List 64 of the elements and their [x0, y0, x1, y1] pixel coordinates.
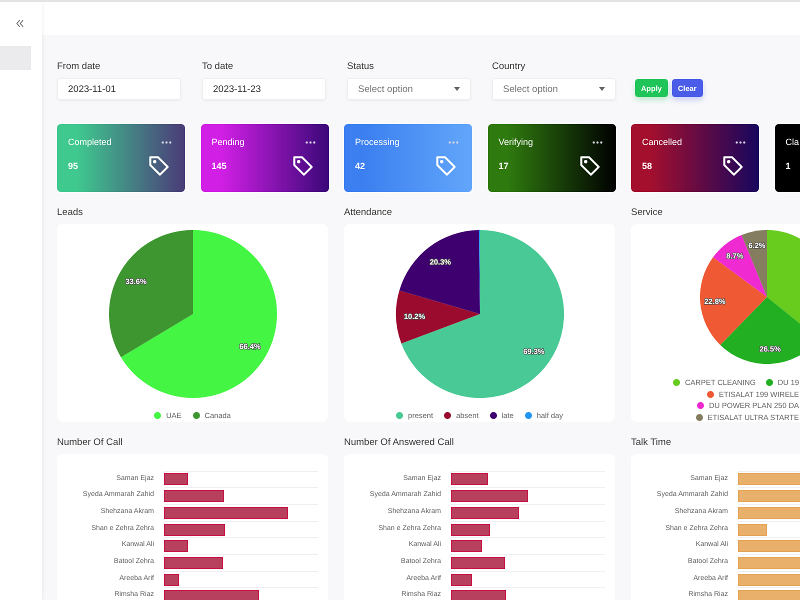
select-field[interactable]: Select option [347, 78, 471, 100]
bar [738, 524, 767, 536]
card-value: 58 [642, 160, 652, 172]
tag-icon [435, 155, 457, 177]
filter-label: From date [57, 61, 100, 73]
chart-title: Number Of Call [57, 437, 122, 449]
date-field[interactable]: 2023-11-01 [57, 78, 181, 100]
legend-dot-icon[interactable] [696, 402, 704, 410]
more-icon[interactable] [304, 141, 316, 144]
card-title: Cla [786, 136, 800, 148]
legend-dot-icon[interactable] [766, 379, 773, 386]
legend-dot-icon[interactable] [706, 390, 714, 398]
chart-title: Attendance [344, 207, 392, 219]
bar [451, 590, 506, 600]
chart-title: Leads [57, 207, 83, 219]
chart-title: Number Of Answered Call [344, 437, 454, 449]
filter-label: Country [492, 61, 526, 73]
collapse-icon[interactable] [16, 19, 24, 28]
bar [451, 473, 488, 486]
bar [451, 556, 505, 569]
card-title: Completed [68, 136, 112, 148]
select-field[interactable]: Select option [492, 78, 616, 100]
bar [164, 473, 188, 486]
legend-dot-icon[interactable] [490, 412, 497, 418]
bar [451, 506, 519, 519]
bar [164, 540, 188, 552]
legend-dot-icon[interactable] [154, 412, 162, 418]
chart-title: Talk Time [631, 437, 672, 449]
tag-icon [148, 155, 170, 177]
more-icon[interactable] [592, 141, 602, 144]
legend-dot-icon[interactable] [696, 414, 703, 421]
card-value: 1 [786, 160, 791, 172]
date-field[interactable]: 2023-11-23 [202, 78, 326, 100]
more-icon[interactable] [735, 141, 746, 144]
card-title: Processing [355, 136, 400, 148]
bar [164, 490, 224, 502]
bar [164, 574, 179, 586]
card-value: 17 [498, 160, 509, 172]
bar [164, 556, 223, 569]
card-title: Cancelled [642, 136, 682, 148]
tag-icon [722, 155, 744, 177]
card-value: 42 [355, 160, 366, 172]
card-value: 95 [68, 160, 78, 172]
card-title: Pending [212, 136, 245, 148]
legend-dot-icon[interactable] [192, 412, 200, 418]
filter-label: Status [347, 61, 374, 73]
more-icon[interactable] [161, 141, 172, 144]
bar [164, 524, 225, 536]
tag-icon [578, 155, 600, 177]
card-value: 145 [212, 160, 227, 172]
bar [451, 524, 490, 536]
legend-dot-icon[interactable] [396, 412, 404, 418]
bar [738, 473, 800, 486]
filter-label: To date [202, 61, 234, 73]
tag-icon [292, 155, 314, 177]
card-title: Verifying [498, 136, 534, 148]
legend-dot-icon[interactable] [673, 379, 680, 386]
bar [451, 574, 472, 586]
chart-title: Service [631, 207, 663, 219]
legend-dot-icon[interactable] [444, 412, 452, 418]
legend-dot-icon[interactable] [524, 412, 532, 418]
caret-icon [454, 87, 460, 91]
caret-icon [599, 87, 605, 91]
bar [451, 540, 482, 552]
